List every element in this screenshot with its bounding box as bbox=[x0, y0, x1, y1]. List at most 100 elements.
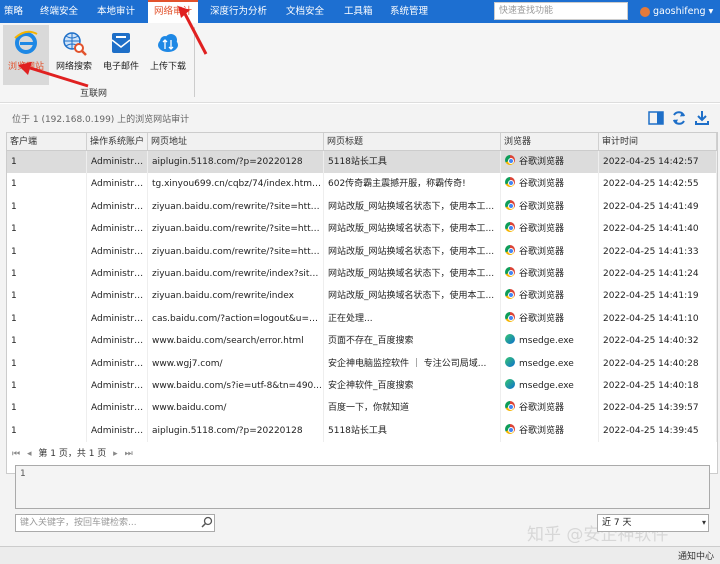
chrome-browser-icon bbox=[505, 199, 515, 210]
menu-document-security[interactable]: 文档安全 bbox=[280, 0, 330, 23]
cell-audit-time: 2022-04-25 14:41:40 bbox=[599, 218, 717, 241]
cell-audit-time: 2022-04-25 14:42:55 bbox=[599, 173, 717, 196]
cell-browser: 谷歌浏览器 bbox=[501, 240, 599, 263]
table-row[interactable]: 1 Administra... ziyuan.baidu.com/rewrite/?… bbox=[7, 195, 717, 219]
download-icon[interactable] bbox=[694, 110, 710, 126]
next-page-icon[interactable]: ▸ bbox=[113, 449, 118, 459]
header-page-title[interactable]: 网页标题 bbox=[324, 133, 501, 150]
chevron-down-icon: ▾ bbox=[701, 518, 706, 527]
cell-audit-time: 2022-04-25 14:40:28 bbox=[599, 352, 717, 375]
table-row[interactable]: 1 Administra... www.baidu.com/s?ie=utf-8&t… bbox=[7, 374, 717, 398]
cell-client: 1 bbox=[7, 240, 87, 263]
refresh-icon[interactable] bbox=[671, 110, 687, 126]
search-icon[interactable] bbox=[200, 515, 214, 531]
user-menu[interactable]: gaoshifeng ▾ bbox=[640, 0, 713, 23]
cell-client: 1 bbox=[7, 330, 87, 353]
cell-page-title: 正在处理... bbox=[324, 307, 501, 331]
edge-browser-icon bbox=[505, 356, 515, 367]
cell-os-account: Administra... bbox=[87, 352, 148, 375]
cell-page-title: 网站改版_网站换域名状态下，使用本工... bbox=[324, 240, 501, 263]
browser-name: 谷歌浏览器 bbox=[519, 246, 565, 257]
table-row[interactable]: 1 Administra... tg.xinyou699.cn/cqbz/74/in… bbox=[7, 173, 717, 196]
cell-browser: 谷歌浏览器 bbox=[501, 419, 599, 443]
cell-page-title: 网站改版_网站换域名状态下，使用本工... bbox=[324, 285, 501, 308]
cell-url: www.baidu.com/search/error.html bbox=[148, 330, 324, 353]
browser-name: 谷歌浏览器 bbox=[519, 313, 565, 324]
cell-page-title: 安企神电脑监控软件 ｜ 专注公司局域... bbox=[324, 352, 501, 375]
header-url[interactable]: 网页地址 bbox=[148, 133, 324, 150]
cell-client: 1 bbox=[7, 151, 87, 174]
cell-browser: 谷歌浏览器 bbox=[501, 285, 599, 308]
last-page-icon[interactable]: ⏭ bbox=[125, 449, 133, 459]
table-row[interactable]: 1 Administra... www.baidu.com/百度一下，你就知道 谷歌浏… bbox=[7, 397, 717, 420]
table-row[interactable]: 1 Administra... ziyuan.baidu.com/rewrite/?… bbox=[7, 240, 717, 263]
cell-url: cas.baidu.com/?action=logout&u=h... bbox=[148, 307, 324, 331]
cell-browser: 谷歌浏览器 bbox=[501, 307, 599, 331]
menu-endpoint-security[interactable]: 终端安全 bbox=[34, 0, 84, 23]
cell-os-account: Administra... bbox=[87, 330, 148, 353]
cell-client: 1 bbox=[7, 374, 87, 398]
cell-client: 1 bbox=[7, 307, 87, 331]
cell-os-account: Administra... bbox=[87, 240, 148, 263]
header-audit-time[interactable]: 审计时间 bbox=[599, 133, 717, 150]
email-icon bbox=[111, 33, 131, 53]
header-os-account[interactable]: 操作系统账户 bbox=[87, 133, 148, 150]
cell-page-title: 网站改版_网站换域名状态下，使用本工... bbox=[324, 262, 501, 286]
cell-url: tg.xinyou699.cn/cqbz/74/index.html... bbox=[148, 173, 324, 196]
table-row[interactable]: 1 Administra... ziyuan.baidu.com/rewrite/i… bbox=[7, 262, 717, 286]
cell-browser: msedge.exe bbox=[501, 374, 599, 398]
menu-behavior-analysis[interactable]: 深度行为分析 bbox=[204, 0, 273, 23]
prev-page-icon[interactable]: ◂ bbox=[27, 449, 32, 459]
notification-center-button[interactable]: 通知中心 bbox=[678, 549, 714, 562]
table-row[interactable]: 1 Administra... ziyuan.baidu.com/rewrite/i… bbox=[7, 285, 717, 308]
cell-url: ziyuan.baidu.com/rewrite/?site=http... bbox=[148, 218, 324, 241]
cell-url: www.baidu.com/s?ie=utf-8&tn=490... bbox=[148, 374, 324, 398]
browser-name: 谷歌浏览器 bbox=[519, 425, 565, 436]
cell-page-title: 网站改版_网站换域名状态下，使用本工... bbox=[324, 218, 501, 241]
chrome-browser-icon bbox=[505, 401, 515, 412]
location-text: 位于 1 (192.168.0.199) 上的浏览网站审计 bbox=[12, 115, 190, 125]
page-info: 第 1 页，共 1 页 bbox=[38, 449, 107, 459]
cell-os-account: Administra... bbox=[87, 151, 148, 174]
cell-page-title: 百度一下，你就知道 bbox=[324, 397, 501, 420]
cell-audit-time: 2022-04-25 14:41:24 bbox=[599, 262, 717, 286]
cell-url: ziyuan.baidu.com/rewrite/index bbox=[148, 285, 324, 308]
quick-search-input[interactable]: 快速查找功能 bbox=[494, 2, 628, 20]
header-browser[interactable]: 浏览器 bbox=[501, 133, 599, 150]
browser-name: 谷歌浏览器 bbox=[519, 179, 565, 190]
cell-url: aiplugin.5118.com/?p=20220128 bbox=[148, 151, 324, 174]
chevron-down-icon: ▾ bbox=[705, 6, 714, 17]
email-button[interactable]: 电子邮件 bbox=[98, 25, 144, 85]
cell-browser: 谷歌浏览器 bbox=[501, 218, 599, 241]
header-client[interactable]: 客户端 bbox=[7, 133, 87, 150]
menu-system-management[interactable]: 系统管理 bbox=[384, 0, 434, 23]
table-row[interactable]: 1 Administra... ziyuan.baidu.com/rewrite/?… bbox=[7, 218, 717, 241]
browser-name: 谷歌浏览器 bbox=[519, 157, 565, 167]
table-row[interactable]: 1 Administra... www.baidu.com/search/error… bbox=[7, 330, 717, 353]
browser-name: 谷歌浏览器 bbox=[519, 403, 565, 414]
table-row[interactable]: 1 Administra... aiplugin.5118.com/?p=20220… bbox=[7, 151, 717, 174]
menu-local-audit[interactable]: 本地审计 bbox=[91, 0, 141, 23]
cell-os-account: Administra... bbox=[87, 307, 148, 331]
cell-client: 1 bbox=[7, 218, 87, 241]
column-settings-icon[interactable] bbox=[648, 110, 664, 126]
table-row[interactable]: 1 Administra... cas.baidu.com/?action=logo… bbox=[7, 307, 717, 331]
cell-browser: msedge.exe bbox=[501, 352, 599, 375]
first-page-icon[interactable]: ⏮ bbox=[12, 449, 20, 459]
table-row[interactable]: 1 Administra... www.wgj7.com/安企神电脑监控软件 ｜ 专… bbox=[7, 352, 717, 375]
cell-browser: 谷歌浏览器 bbox=[501, 262, 599, 286]
cell-browser: 谷歌浏览器 bbox=[501, 397, 599, 420]
cell-browser: msedge.exe bbox=[501, 330, 599, 353]
menu-toolbox[interactable]: 工具箱 bbox=[338, 0, 379, 23]
user-icon bbox=[640, 6, 650, 17]
time-range-select[interactable]: 近 7 天 ▾ bbox=[597, 514, 709, 532]
keyword-search-input[interactable]: 键入关键字，按回车键检索... bbox=[15, 514, 215, 532]
cell-client: 1 bbox=[7, 397, 87, 420]
cell-client: 1 bbox=[7, 262, 87, 286]
menu-policy[interactable]: 策略 bbox=[0, 0, 29, 23]
table-row[interactable]: 1 Administra... aiplugin.5118.com/?p=20220… bbox=[7, 419, 717, 443]
pagination-bar: ⏮ ◂ 第 1 页，共 1 页 ▸ ⏭ bbox=[6, 446, 718, 463]
browser-name: 谷歌浏览器 bbox=[519, 268, 565, 279]
cell-os-account: Administra... bbox=[87, 397, 148, 420]
chrome-browser-icon bbox=[505, 177, 515, 188]
